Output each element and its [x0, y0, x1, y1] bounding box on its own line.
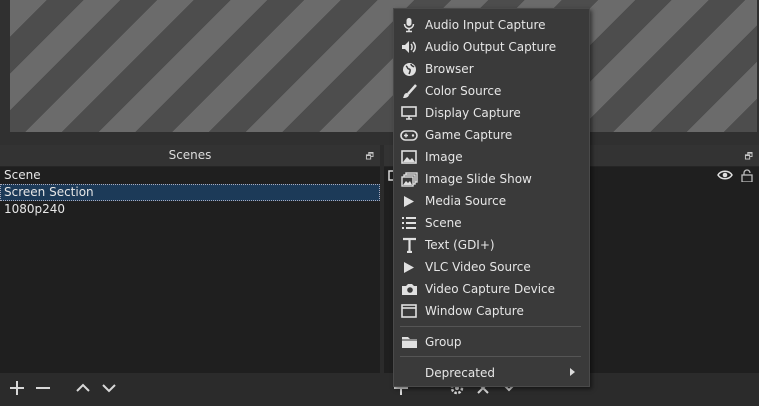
- menu-item-image[interactable]: Image: [394, 146, 589, 168]
- globe-icon: [400, 61, 418, 77]
- undock-icon[interactable]: 🗗: [366, 147, 374, 168]
- folder-icon: [400, 334, 418, 350]
- menu-item-window-capture[interactable]: Window Capture: [394, 300, 589, 322]
- remove-scene-button[interactable]: [32, 377, 54, 399]
- camera-icon: [400, 281, 418, 297]
- menu-item-browser[interactable]: Browser: [394, 58, 589, 80]
- scene-item-1080p240[interactable]: 1080p240: [0, 201, 380, 218]
- image-icon: [400, 149, 418, 165]
- menu-item-label: Media Source: [425, 194, 507, 208]
- menu-item-audio-output-capture[interactable]: Audio Output Capture: [394, 36, 589, 58]
- text-icon: [400, 237, 418, 253]
- scene-item-screen-section[interactable]: Screen Section: [0, 184, 380, 201]
- menu-item-scene[interactable]: Scene: [394, 212, 589, 234]
- menu-separator: [400, 326, 581, 327]
- lock-icon[interactable]: [741, 169, 753, 182]
- menu-item-label: Image: [425, 150, 463, 164]
- scenes-toolbar: [0, 373, 380, 403]
- menu-item-text-gdi[interactable]: Text (GDI+): [394, 234, 589, 256]
- add-source-context-menu: Audio Input Capture Audio Output Capture…: [393, 8, 590, 387]
- menu-item-vlc-video-source[interactable]: VLC Video Source: [394, 256, 589, 278]
- menu-item-label: Game Capture: [425, 128, 513, 142]
- menu-item-game-capture[interactable]: Game Capture: [394, 124, 589, 146]
- slideshow-icon: [400, 171, 418, 187]
- move-scene-down-button[interactable]: [98, 377, 120, 399]
- gamepad-icon: [400, 127, 418, 143]
- chevron-up-icon: [76, 383, 90, 392]
- menu-item-label: Display Capture: [425, 106, 521, 120]
- submenu-arrow-icon: [570, 368, 575, 376]
- visibility-eye-icon[interactable]: [717, 169, 733, 181]
- scenes-list: Scene Screen Section 1080p240: [0, 167, 380, 373]
- menu-item-label: Audio Output Capture: [425, 40, 557, 54]
- scene-item-scene[interactable]: Scene: [0, 167, 380, 184]
- menu-item-label: Audio Input Capture: [425, 18, 546, 32]
- menu-item-display-capture[interactable]: Display Capture: [394, 102, 589, 124]
- menu-item-color-source[interactable]: Color Source: [394, 80, 589, 102]
- monitor-icon: [400, 105, 418, 121]
- menu-item-media-source[interactable]: Media Source: [394, 190, 589, 212]
- undock-icon[interactable]: 🗗: [745, 147, 753, 168]
- menu-item-label: Image Slide Show: [425, 172, 532, 186]
- minus-icon: [36, 387, 50, 389]
- list-icon: [400, 215, 418, 231]
- window-icon: [400, 303, 418, 319]
- play-icon: [400, 259, 418, 275]
- menu-item-label: VLC Video Source: [425, 260, 531, 274]
- preview-canvas[interactable]: [10, 0, 757, 132]
- scenes-dock-title: Scenes 🗗: [0, 145, 380, 166]
- menu-item-label: Scene: [425, 216, 462, 230]
- speaker-icon: [400, 39, 418, 55]
- menu-item-group[interactable]: Group: [394, 331, 589, 353]
- microphone-icon: [400, 17, 418, 33]
- menu-item-label: Text (GDI+): [425, 238, 495, 252]
- paintbrush-icon: [400, 83, 418, 99]
- menu-item-label: Color Source: [425, 84, 502, 98]
- plus-icon: [10, 381, 24, 395]
- menu-separator: [400, 356, 581, 357]
- menu-item-label: Video Capture Device: [425, 282, 556, 296]
- menu-item-label: Browser: [425, 62, 474, 76]
- scenes-dock: Scenes 🗗 Scene Screen Section 1080p240: [0, 145, 380, 403]
- menu-item-deprecated[interactable]: Deprecated: [394, 362, 589, 384]
- scenes-title-label: Scenes: [168, 148, 212, 162]
- menu-item-label: Group: [425, 335, 462, 349]
- add-scene-button[interactable]: [6, 377, 28, 399]
- menu-item-audio-input-capture[interactable]: Audio Input Capture: [394, 14, 589, 36]
- menu-item-image-slide-show[interactable]: Image Slide Show: [394, 168, 589, 190]
- move-scene-up-button[interactable]: [72, 377, 94, 399]
- chevron-down-icon: [102, 384, 116, 393]
- menu-item-label: Deprecated: [425, 366, 495, 380]
- play-icon: [400, 193, 418, 209]
- menu-item-video-capture-device[interactable]: Video Capture Device: [394, 278, 589, 300]
- menu-item-label: Window Capture: [425, 304, 524, 318]
